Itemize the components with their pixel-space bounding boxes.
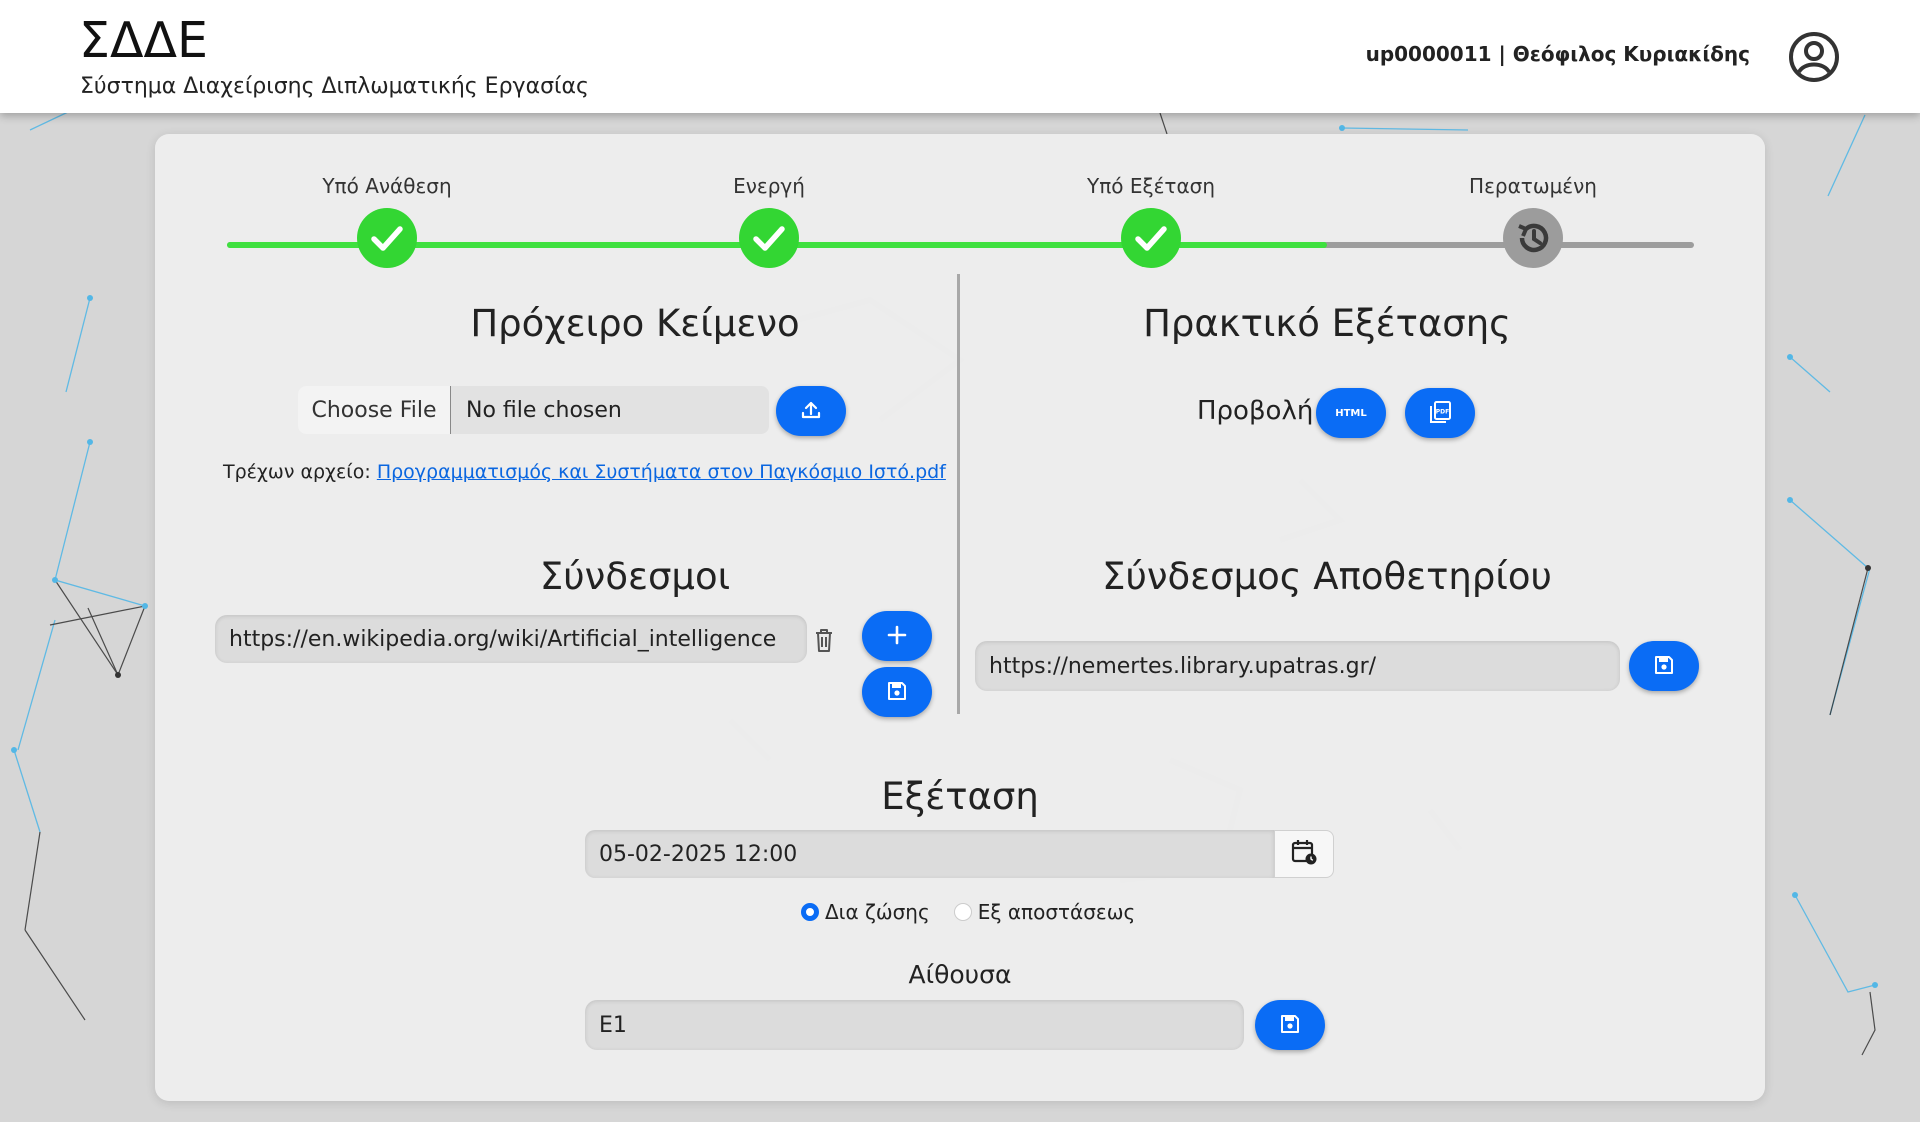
room-input[interactable]: E1 <box>585 1000 1244 1050</box>
links-title: Σύνδεσμοι <box>539 555 731 598</box>
check-icon <box>739 208 799 268</box>
save-links-button[interactable] <box>862 667 932 717</box>
report-title: Πρακτικό Εξέτασης <box>1143 302 1511 345</box>
file-name-display: No file chosen <box>466 397 622 423</box>
exam-title: Εξέταση <box>881 775 1039 818</box>
radio-remote[interactable] <box>953 903 972 921</box>
upload-button[interactable] <box>776 386 846 436</box>
status-stepper: Υπό Ανάθεση Ενεργή Υπό Εξέταση Περατωμέν… <box>155 134 1765 284</box>
radio-in-person[interactable] <box>801 903 819 921</box>
plus-icon <box>886 624 908 649</box>
save-repository-button[interactable] <box>1629 641 1699 691</box>
step-label: Υπό Ανάθεση <box>322 174 452 198</box>
exam-mode-group: Δια ζώσης Εξ αποστάσεως <box>801 900 1159 924</box>
current-file-link[interactable]: Προγραμματισμός και Συστήματα στον Παγκό… <box>377 461 946 483</box>
user-circle-icon[interactable] <box>1787 30 1841 84</box>
mode-remote-label: Εξ αποστάσεως <box>977 900 1136 924</box>
svg-text:HTML: HTML <box>1335 408 1367 419</box>
view-label: Προβολή <box>1197 396 1314 426</box>
current-file: Τρέχων αρχείο: Προγραμματισμός και Συστή… <box>223 461 946 483</box>
file-input[interactable]: Choose File No file chosen <box>298 386 769 434</box>
check-icon <box>1121 208 1181 268</box>
app-title: ΣΔΔΕ <box>79 12 208 69</box>
calendar-clock-icon <box>1290 838 1318 871</box>
step-active: Ενεργή <box>649 174 889 268</box>
column-divider <box>957 274 960 714</box>
step-label: Περατωμένη <box>1469 174 1597 198</box>
choose-file-button[interactable]: Choose File <box>298 386 451 434</box>
step-under-assignment: Υπό Ανάθεση <box>267 174 507 268</box>
save-room-button[interactable] <box>1255 1000 1325 1050</box>
add-link-button[interactable] <box>862 611 932 661</box>
svg-text:PDF: PDF <box>1436 408 1449 415</box>
save-icon <box>1652 653 1676 680</box>
view-html-button[interactable]: HTML <box>1316 388 1386 438</box>
mode-in-person-label: Δια ζώσης <box>825 900 930 924</box>
pdf-file-icon: PDF <box>1427 399 1453 428</box>
exam-datetime-input[interactable]: 05-02-2025 12:00 <box>585 830 1274 878</box>
repository-title: Σύνδεσμος Αποθετηρίου <box>1102 555 1552 598</box>
html-file-icon: HTML <box>1334 405 1368 422</box>
step-label: Ενεργή <box>733 174 805 198</box>
current-file-label: Τρέχων αρχείο: <box>223 461 371 483</box>
mode-remote[interactable]: Εξ αποστάσεως <box>953 900 1136 924</box>
save-icon <box>1278 1012 1302 1039</box>
draft-title: Πρόχειρο Κείμενο <box>470 302 800 345</box>
thesis-card: Υπό Ανάθεση Ενεργή Υπό Εξέταση Περατωμέν… <box>155 134 1765 1101</box>
check-icon <box>357 208 417 268</box>
repository-input[interactable]: https://nemertes.library.upatras.gr/ <box>975 641 1620 691</box>
history-icon <box>1503 208 1563 268</box>
save-icon <box>885 679 909 706</box>
mode-in-person[interactable]: Δια ζώσης <box>801 900 930 924</box>
step-completed: Περατωμένη <box>1413 174 1653 268</box>
step-under-review: Υπό Εξέταση <box>1031 174 1271 268</box>
step-label: Υπό Εξέταση <box>1086 174 1216 198</box>
room-label: Αίθουσα <box>908 960 1012 989</box>
user-info: up0000011 | Θεόφιλος Κυριακίδης <box>1365 42 1750 66</box>
upload-icon <box>799 398 823 425</box>
trash-icon[interactable] <box>811 626 837 659</box>
link-input[interactable]: https://en.wikipedia.org/wiki/Artificial… <box>215 615 807 663</box>
app-subtitle: Σύστημα Διαχείρισης Διπλωματικής Εργασία… <box>80 74 589 99</box>
calendar-button[interactable] <box>1274 830 1334 878</box>
view-pdf-button[interactable]: PDF <box>1405 388 1475 438</box>
top-header: ΣΔΔΕ Σύστημα Διαχείρισης Διπλωματικής Ερ… <box>0 0 1920 113</box>
